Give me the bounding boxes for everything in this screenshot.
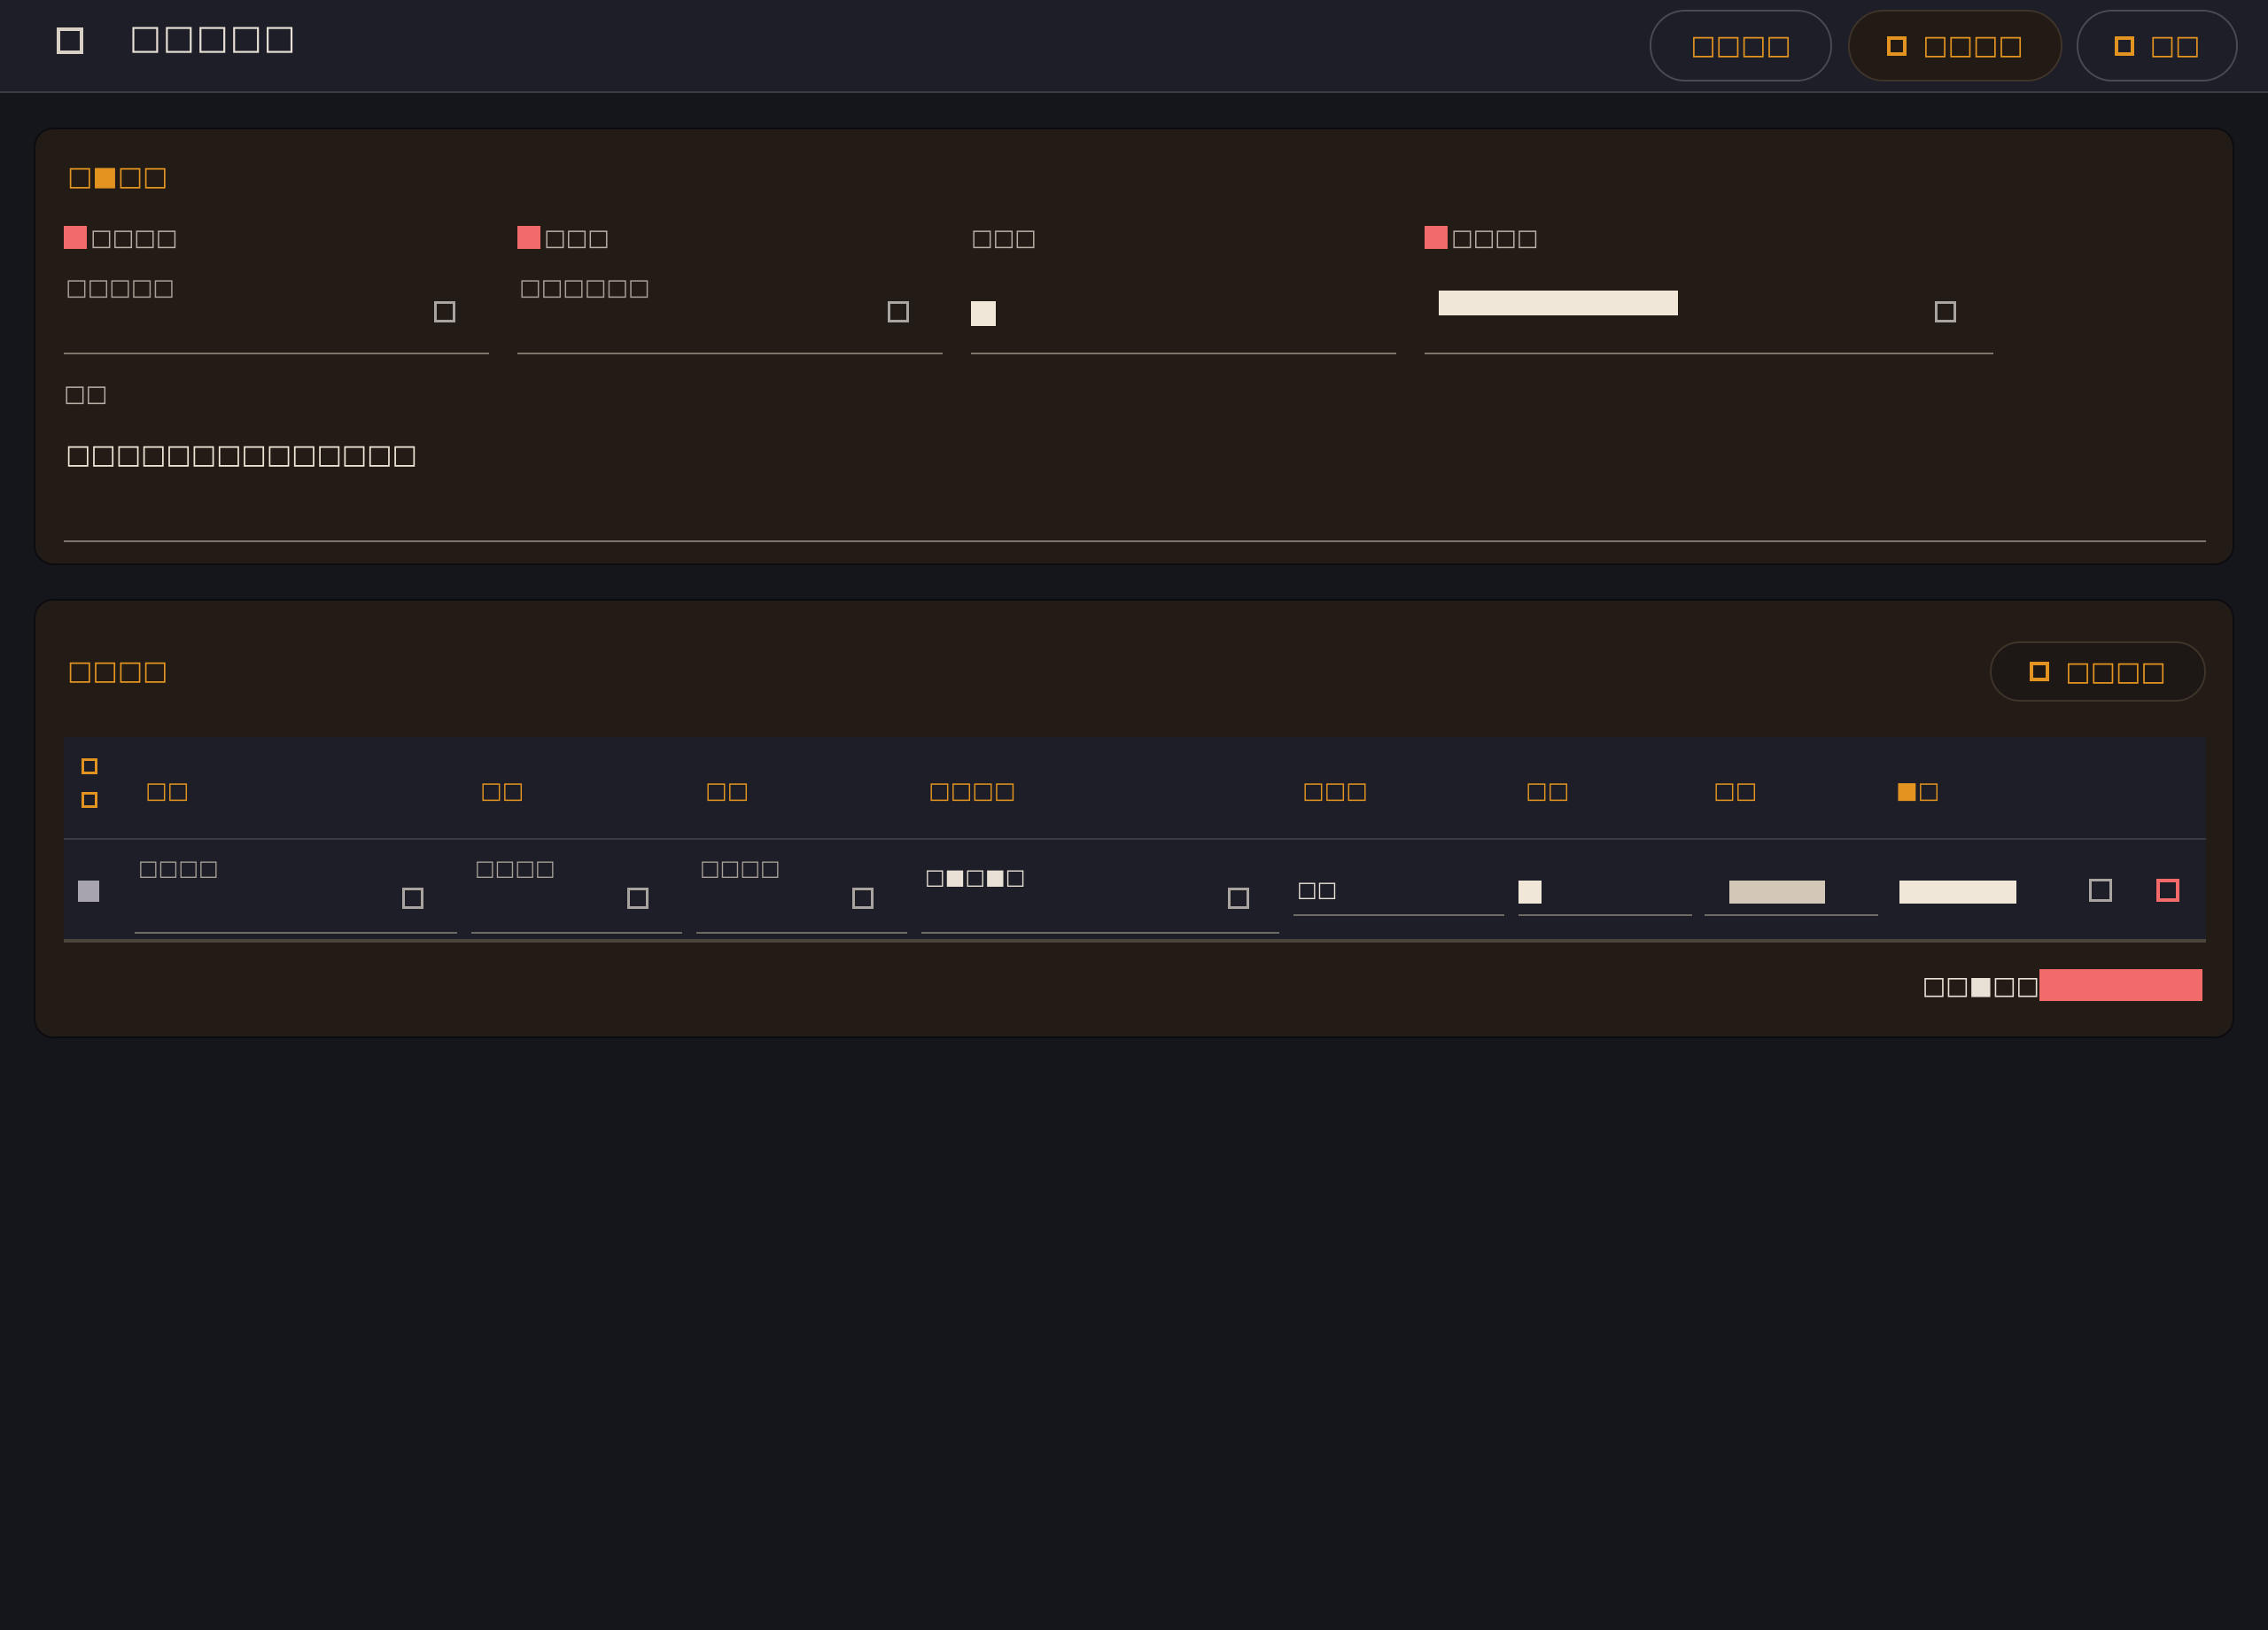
plus-icon [2030, 662, 2050, 681]
calendar-icon[interactable] [402, 888, 423, 909]
row-cell-6[interactable] [1518, 856, 1692, 916]
add-item-button[interactable]: □□□□ [1990, 641, 2206, 702]
field-1[interactable]: □□□□ □□□□□ [64, 225, 489, 354]
row-cell-8-swatch [1899, 881, 2016, 904]
field-2[interactable]: □□□ □□□□□□ [517, 225, 943, 354]
row-cell-5-text: □□ [1297, 877, 1338, 902]
add-item-label: □□□□ [2065, 656, 2166, 687]
column-header: □□ [1526, 778, 1570, 804]
required-marker [517, 226, 540, 249]
row-cell-4-text: □■□■□ [925, 865, 1026, 889]
header-button-1[interactable]: □□□□ [1650, 10, 1832, 82]
header-button-3-icon [2114, 35, 2134, 56]
field-1-value: □□□□□ [66, 275, 175, 301]
calendar-icon[interactable] [627, 888, 649, 909]
top-bar: □□□□□ □□□□ □□□□ □□ [0, 0, 2268, 93]
column-header: □□ [1713, 778, 1758, 804]
row-cell-3[interactable]: □□□□ [696, 856, 907, 934]
row-cell-6-underline [1518, 914, 1692, 916]
copy-icon[interactable] [2089, 879, 2112, 902]
app-icon [57, 27, 83, 54]
calendar-icon[interactable] [852, 888, 874, 909]
field-4[interactable]: □□□□ [1425, 225, 1993, 354]
row-cell-5[interactable]: □□ [1293, 856, 1504, 916]
row-cell-7[interactable] [1705, 856, 1878, 916]
row-cell-4-underline [921, 932, 1279, 934]
details-card: □■□□ □□□□ □□□□□ □□□ □□□□□□ □□□ □□□□ □□ □… [34, 128, 2234, 565]
row-cell-6-swatch [1518, 881, 1542, 904]
calendar-icon[interactable] [888, 301, 909, 322]
field-2-label: □□□ [517, 225, 610, 252]
select-all-icon[interactable] [82, 758, 97, 774]
header-button-2-icon [1887, 35, 1907, 56]
field-2-underline [517, 353, 943, 354]
header-button-3-label: □□ [2149, 30, 2201, 61]
row-cell-3-underline [696, 932, 907, 934]
field-3-underline [971, 353, 1396, 354]
column-header: □□□ [1302, 778, 1368, 804]
required-marker [1425, 226, 1448, 249]
total-row: □□■□□ [1922, 969, 2202, 1001]
column-header: ■□ [1896, 778, 1940, 804]
field-2-value: □□□□□□ [519, 275, 650, 301]
trash-icon[interactable] [2156, 879, 2179, 902]
row-cell-5-underline [1293, 914, 1504, 916]
field-3-label: □□□ [971, 225, 1037, 252]
column-header: □□ [480, 778, 524, 804]
field-3[interactable]: □□□ [971, 225, 1396, 354]
row-cell-1[interactable]: □□□□ [135, 856, 457, 934]
notes-field[interactable]: □□ □□□□□□□□□□□□□□ [64, 381, 2206, 542]
table-row: □□□□ □□□□ □□□□ □■□■□ □□ [64, 840, 2206, 943]
row-cell-1-text: □□□□ [138, 856, 219, 881]
items-table: □□ □□ □□ □□□□ □□□ □□ □□ ■□ □□□□ □□□□ □□□… [64, 737, 2206, 943]
notes-underline [64, 540, 2206, 542]
details-title: □■□□ [67, 161, 168, 192]
row-cell-2[interactable]: □□□□ [471, 856, 682, 934]
header-button-1-label: □□□□ [1690, 30, 1791, 61]
column-header: □□□□ [928, 778, 1016, 804]
required-marker [64, 226, 87, 249]
field-4-underline [1425, 353, 1993, 354]
column-header: □□ [145, 778, 190, 804]
notes-label: □□ [64, 381, 108, 408]
items-title: □□□□ [67, 656, 168, 687]
table-header: □□ □□ □□ □□□□ □□□ □□ □□ ■□ [64, 737, 2206, 840]
field-1-underline [64, 353, 489, 354]
calendar-icon[interactable] [1935, 301, 1956, 322]
row-checkbox[interactable] [78, 881, 99, 902]
row-cell-7-underline [1705, 914, 1878, 916]
field-3-value-swatch [971, 301, 996, 326]
field-1-label: □□□□ [64, 225, 177, 252]
column-header: □□ [705, 778, 750, 804]
header-button-2-label: □□□□ [1922, 30, 2023, 61]
calendar-icon[interactable] [1228, 888, 1249, 909]
items-card: □□□□ □□□□ □□ □□ □□ □□□□ □□□ □□ □□ ■□ □□□… [34, 599, 2234, 1038]
header-button-3[interactable]: □□ [2077, 10, 2238, 82]
select-all-icon-2[interactable] [82, 792, 97, 808]
app-title: □□□□□ [129, 18, 298, 57]
field-4-value-swatch [1439, 291, 1678, 315]
row-cell-3-text: □□□□ [700, 856, 781, 881]
row-cell-1-underline [135, 932, 457, 934]
calendar-icon[interactable] [434, 301, 455, 322]
notes-value: □□□□□□□□□□□□□□ [66, 439, 417, 470]
row-cell-4[interactable]: □■□■□ [921, 856, 1279, 934]
row-cell-2-underline [471, 932, 682, 934]
field-4-label: □□□□ [1425, 225, 1538, 252]
total-label: □□■□□ [1922, 970, 2039, 1000]
row-cell-7-swatch [1729, 881, 1825, 904]
total-amount [2039, 969, 2202, 1001]
header-button-2[interactable]: □□□□ [1848, 10, 2062, 82]
row-cell-2-text: □□□□ [475, 856, 555, 881]
